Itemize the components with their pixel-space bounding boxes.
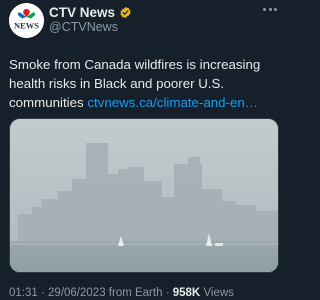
- tweet-text-line-2: health risks in Black and poorer U.S.: [9, 76, 225, 91]
- tweet-time[interactable]: 01:31: [9, 287, 38, 299]
- tweet-text-line-3: communities ctvnews.ca/climate-and-en…: [9, 93, 281, 112]
- hazy-skyline-photo: [10, 119, 278, 272]
- views-count: 958K: [172, 287, 201, 299]
- author-handle[interactable]: @CTVNews: [49, 20, 118, 34]
- avatar[interactable]: NEWS: [9, 3, 44, 38]
- tweet-text-line-3-text: communities: [9, 95, 84, 110]
- tweet-text-line-1: Smoke from Canada wildfires is increasin…: [9, 57, 261, 72]
- tweet-date[interactable]: 29/06/2023: [48, 287, 106, 299]
- avatar-logo-text: NEWS: [14, 21, 39, 31]
- views-label: Views: [203, 287, 234, 299]
- tweet-source: from Earth: [108, 287, 163, 299]
- tweet-meta: 01:31 · 29/06/2023 from Earth · 958K Vie…: [9, 287, 234, 299]
- tweet: NEWS CTV News @CTVNews Smoke from Canada…: [0, 0, 287, 300]
- tweet-text: Smoke from Canada wildfires is increasin…: [9, 55, 281, 112]
- meta-separator: ·: [165, 287, 170, 299]
- author-name-row: CTV News: [49, 4, 132, 20]
- more-options-icon[interactable]: [263, 6, 277, 12]
- article-link[interactable]: ctvnews.ca/climate-and-en…: [87, 95, 258, 110]
- author-display-name[interactable]: CTV News: [49, 5, 115, 20]
- verified-badge-icon: [120, 6, 131, 18]
- meta-separator: ·: [40, 287, 45, 299]
- ctv-logo-icon: NEWS: [9, 3, 44, 38]
- tweet-media-image[interactable]: [9, 118, 279, 273]
